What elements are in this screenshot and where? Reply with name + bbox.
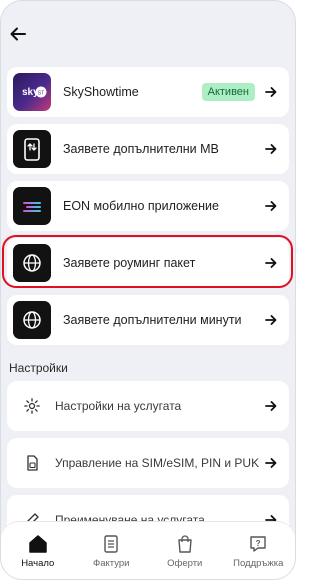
help-chat-icon: ? (250, 535, 266, 552)
settings-item-sim-management[interactable]: Управление на SIM/eSIM, PIN и PUK (7, 438, 289, 488)
gear-icon (24, 398, 40, 414)
list-item-extra-mb[interactable]: Заявете допълнителни МВ (7, 124, 289, 174)
item-label: Настройки на услугата (55, 399, 182, 413)
arrow-right-icon (265, 87, 277, 97)
skyshowtime-logo: sky ST (13, 73, 51, 111)
arrow-right-icon (265, 315, 277, 325)
home-icon (29, 534, 47, 553)
roaming-highlight-outline (2, 235, 293, 288)
globe-icon (13, 301, 51, 339)
bottom-tab-bar: Начало Фактури Оферти ? Поддръжка (1, 521, 295, 579)
back-button[interactable] (9, 25, 27, 43)
tab-invoices[interactable]: Фактури (76, 533, 146, 569)
item-label: Заявете допълнителни минути (63, 313, 242, 327)
item-label: EON мобилно приложение (63, 199, 219, 213)
svg-text:ST: ST (38, 91, 44, 97)
phone-data-icon (13, 130, 51, 168)
tab-label: Начало (21, 557, 55, 569)
list-item-skyshowtime[interactable]: sky ST SkyShowtime Активен (7, 67, 289, 117)
arrow-right-icon (265, 144, 277, 154)
tab-home[interactable]: Начало (3, 533, 73, 569)
invoice-icon (104, 534, 118, 553)
svg-text:?: ? (256, 539, 261, 548)
list-item-eon-app[interactable]: EON мобилно приложение (7, 181, 289, 231)
tab-offers[interactable]: Оферти (150, 533, 220, 569)
settings-item-service-settings[interactable]: Настройки на услугата (7, 381, 289, 431)
item-label: Заявете допълнителни МВ (63, 142, 219, 156)
arrow-right-icon (265, 201, 277, 211)
item-label: SkyShowtime (63, 85, 139, 99)
tab-label: Оферти (167, 557, 203, 569)
list-item-extra-minutes[interactable]: Заявете допълнителни минути (7, 295, 289, 345)
tab-support[interactable]: ? Поддръжка (223, 533, 293, 569)
shopping-bag-icon (178, 534, 192, 553)
settings-section-title: Настройки (9, 361, 68, 375)
item-label: Управление на SIM/eSIM, PIN и PUK (55, 456, 260, 470)
status-badge: Активен (201, 83, 255, 101)
tab-label: Поддръжка (233, 557, 284, 569)
arrow-left-icon (10, 27, 26, 41)
arrow-right-icon (265, 458, 277, 468)
app-screen: sky ST SkyShowtime Активен Заявете допъл… (0, 0, 296, 580)
arrow-right-icon (265, 401, 277, 411)
tab-label: Фактури (93, 557, 130, 569)
eon-app-icon (13, 187, 51, 225)
sim-card-icon (27, 455, 38, 471)
